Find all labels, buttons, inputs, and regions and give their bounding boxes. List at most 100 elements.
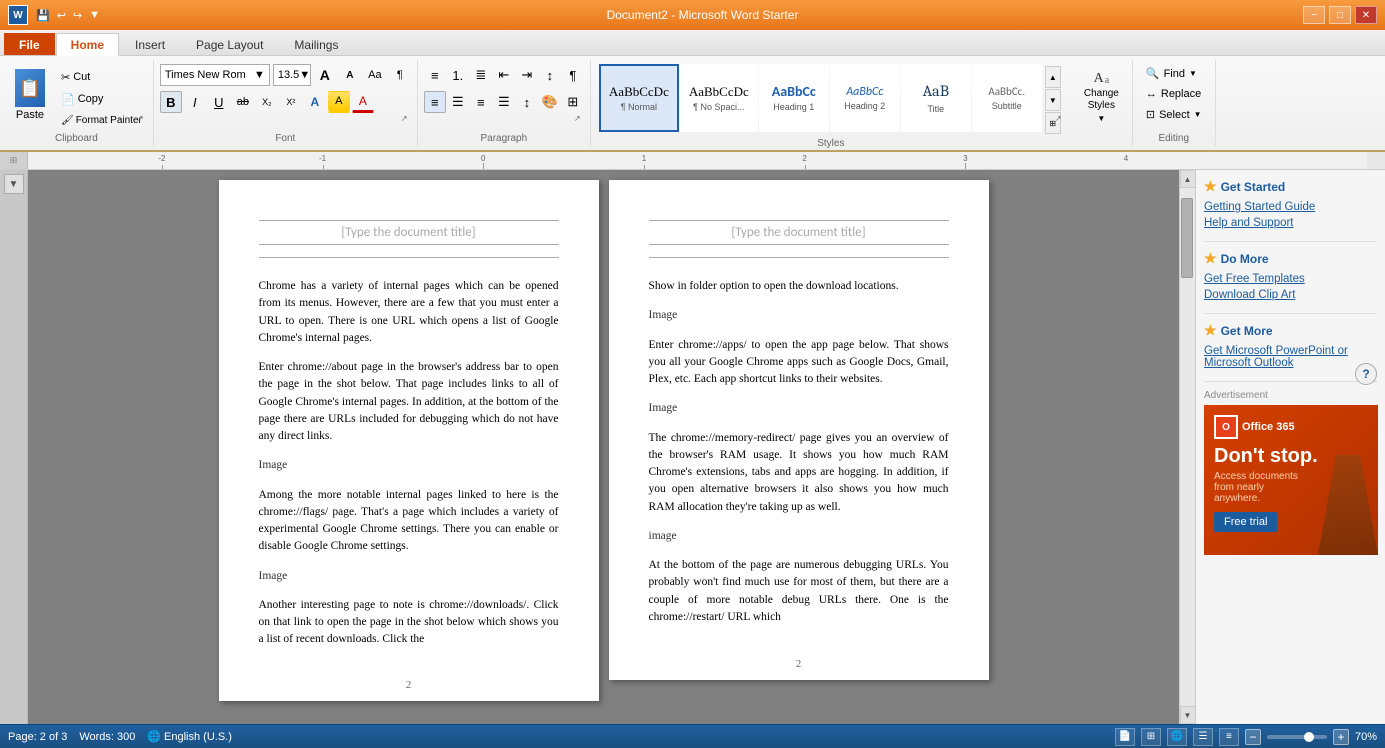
justify-button[interactable]: ☰ — [493, 91, 515, 113]
style-heading2[interactable]: AaBbCc Heading 2 — [830, 64, 900, 132]
free-templates-link[interactable]: Get Free Templates — [1204, 273, 1377, 285]
line-spacing-button[interactable]: ↕ — [516, 91, 538, 113]
tab-insert[interactable]: Insert — [120, 33, 180, 55]
find-button[interactable]: 🔍 Find ▼ — [1139, 64, 1204, 83]
pages-area[interactable]: [Type the document title] Chrome has a v… — [28, 170, 1179, 724]
superscript-button[interactable]: X² — [280, 91, 302, 113]
styles-scroll-up-button[interactable]: ▲ — [1045, 66, 1061, 88]
font-expand-icon[interactable]: ↗ — [401, 114, 413, 126]
font-name-selector[interactable]: Times New Rom ▼ — [160, 64, 270, 86]
redo-quick-btn[interactable]: ↪ — [71, 7, 84, 24]
close-button[interactable]: ✕ — [1355, 6, 1377, 24]
help-support-link[interactable]: Help and Support — [1204, 217, 1377, 229]
align-left-button[interactable]: ≡ — [424, 91, 446, 113]
bold-button[interactable]: B — [160, 91, 182, 113]
collapse-margin-button[interactable]: ▼ — [4, 174, 24, 194]
ruler-tick-6 — [965, 163, 966, 169]
increase-indent-button[interactable]: ⇥ — [516, 64, 538, 86]
subscript-button[interactable]: X₂ — [256, 91, 278, 113]
words-status[interactable]: Words: 300 — [79, 731, 135, 743]
page-title-placeholder-left: [Type the document title] — [341, 225, 475, 240]
tab-pagelayout[interactable]: Page Layout — [181, 33, 278, 55]
zoom-level: 70% — [1355, 731, 1377, 743]
select-button[interactable]: ⊡ Select ▼ — [1139, 105, 1209, 124]
change-styles-button[interactable]: A a ChangeStyles ▼ — [1077, 67, 1126, 128]
numbering-button[interactable]: 1. — [447, 64, 469, 86]
undo-quick-btn[interactable]: ↩ — [55, 7, 68, 24]
scroll-track[interactable] — [1180, 188, 1195, 706]
scroll-down-button[interactable]: ▼ — [1180, 706, 1196, 724]
words-count: 300 — [117, 731, 135, 743]
page-right: [Type the document title] Show in folder… — [609, 180, 989, 680]
download-clip-art-link[interactable]: Download Clip Art — [1204, 289, 1377, 301]
ruler-corner[interactable]: ⊞ — [0, 152, 28, 169]
view-web-button[interactable]: 🌐 — [1167, 728, 1187, 746]
font-grow-button[interactable]: A — [314, 64, 336, 86]
zoom-thumb[interactable] — [1304, 732, 1314, 742]
underline-button[interactable]: U — [208, 91, 230, 113]
font-shrink-button[interactable]: A — [339, 64, 361, 86]
format-painter-button[interactable]: 🖌 Format Painter — [56, 113, 147, 128]
tab-file[interactable]: File — [4, 33, 55, 55]
ad-cta-button[interactable]: Free trial — [1214, 512, 1277, 532]
font-color-button[interactable]: A — [352, 91, 374, 113]
sort-button[interactable]: ↕ — [539, 64, 561, 86]
zoom-in-button[interactable]: + — [1333, 729, 1349, 745]
get-more-title: Get More — [1221, 324, 1273, 338]
save-quick-btn[interactable]: 💾 — [34, 7, 52, 24]
help-button[interactable]: ? — [1355, 363, 1377, 385]
paragraph-expand-icon[interactable]: ↗ — [574, 114, 586, 126]
zoom-slider[interactable] — [1267, 735, 1327, 739]
text-effects-button[interactable]: A — [304, 91, 326, 113]
font-size-selector[interactable]: 13.5 ▼ — [273, 64, 311, 86]
tab-mailings[interactable]: Mailings — [279, 33, 353, 55]
view-print-button[interactable]: 📄 — [1115, 728, 1135, 746]
change-case-button[interactable]: Aa — [364, 64, 386, 86]
align-center-button[interactable]: ☰ — [447, 91, 469, 113]
ruler-tick-3 — [483, 163, 484, 169]
bullets-button[interactable]: ≡ — [424, 64, 446, 86]
text-highlight-button[interactable]: A — [328, 91, 350, 113]
dropdown-quick-btn[interactable]: ▼ — [87, 7, 102, 23]
scroll-up-button[interactable]: ▲ — [1180, 170, 1196, 188]
strikethrough-button[interactable]: ab — [232, 91, 254, 113]
italic-button[interactable]: I — [184, 91, 206, 113]
page-title-line-right — [649, 220, 949, 221]
copy-button[interactable]: 📄 Copy — [56, 91, 147, 108]
ad-banner[interactable]: O Office 365 Don't stop. Access document… — [1204, 405, 1378, 555]
align-right-button[interactable]: ≡ — [470, 91, 492, 113]
shading-button[interactable]: 🎨 — [539, 91, 561, 113]
view-draft-button[interactable]: ≡ — [1219, 728, 1239, 746]
font-size-value: 13.5 — [278, 69, 299, 81]
replace-button[interactable]: ↔ Replace — [1139, 85, 1208, 103]
styles-expand-icon[interactable]: ↗ — [1055, 114, 1067, 126]
page-number-right: 2 — [609, 658, 989, 670]
scroll-thumb[interactable] — [1181, 198, 1193, 278]
styles-scroll-down-button[interactable]: ▼ — [1045, 89, 1061, 111]
style-subtitle[interactable]: AaBbCc. Subtitle — [972, 64, 1042, 132]
language-status[interactable]: 🌐 English (U.S.) — [147, 730, 232, 743]
get-powerpoint-link[interactable]: Get Microsoft PowerPoint or Microsoft Ou… — [1204, 345, 1377, 369]
show-hide-button[interactable]: ¶ — [389, 64, 411, 86]
view-outline-button[interactable]: ☰ — [1193, 728, 1213, 746]
decrease-indent-button[interactable]: ⇤ — [493, 64, 515, 86]
tab-home[interactable]: Home — [56, 33, 119, 56]
maximize-button[interactable]: □ — [1329, 6, 1351, 24]
cut-button[interactable]: ✂ Cut — [56, 69, 147, 86]
minimize-button[interactable]: − — [1303, 6, 1325, 24]
style-title[interactable]: AaB Title — [901, 64, 971, 132]
multilevel-list-button[interactable]: ≣ — [470, 64, 492, 86]
show-formatting-button[interactable]: ¶ — [562, 64, 584, 86]
clipboard-expand-icon[interactable]: ↗ — [137, 114, 149, 126]
borders-button[interactable]: ⊞ — [562, 91, 584, 113]
style-no-spacing[interactable]: AaBbCcDc ¶ No Spaci... — [680, 64, 758, 132]
view-fullscreen-button[interactable]: ⊞ — [1141, 728, 1161, 746]
style-normal-preview: AaBbCcDc — [609, 84, 669, 100]
paste-button[interactable]: 📋 Paste — [6, 64, 54, 131]
style-heading1[interactable]: AaBbCc Heading 1 — [759, 64, 829, 132]
style-normal[interactable]: AaBbCcDc ¶ Normal — [599, 64, 679, 132]
zoom-out-button[interactable]: − — [1245, 729, 1261, 745]
page-info-status[interactable]: Page: 2 of 3 — [8, 731, 67, 743]
getting-started-guide-link[interactable]: Getting Started Guide — [1204, 201, 1377, 213]
clipboard-group-label: Clipboard — [6, 131, 147, 146]
